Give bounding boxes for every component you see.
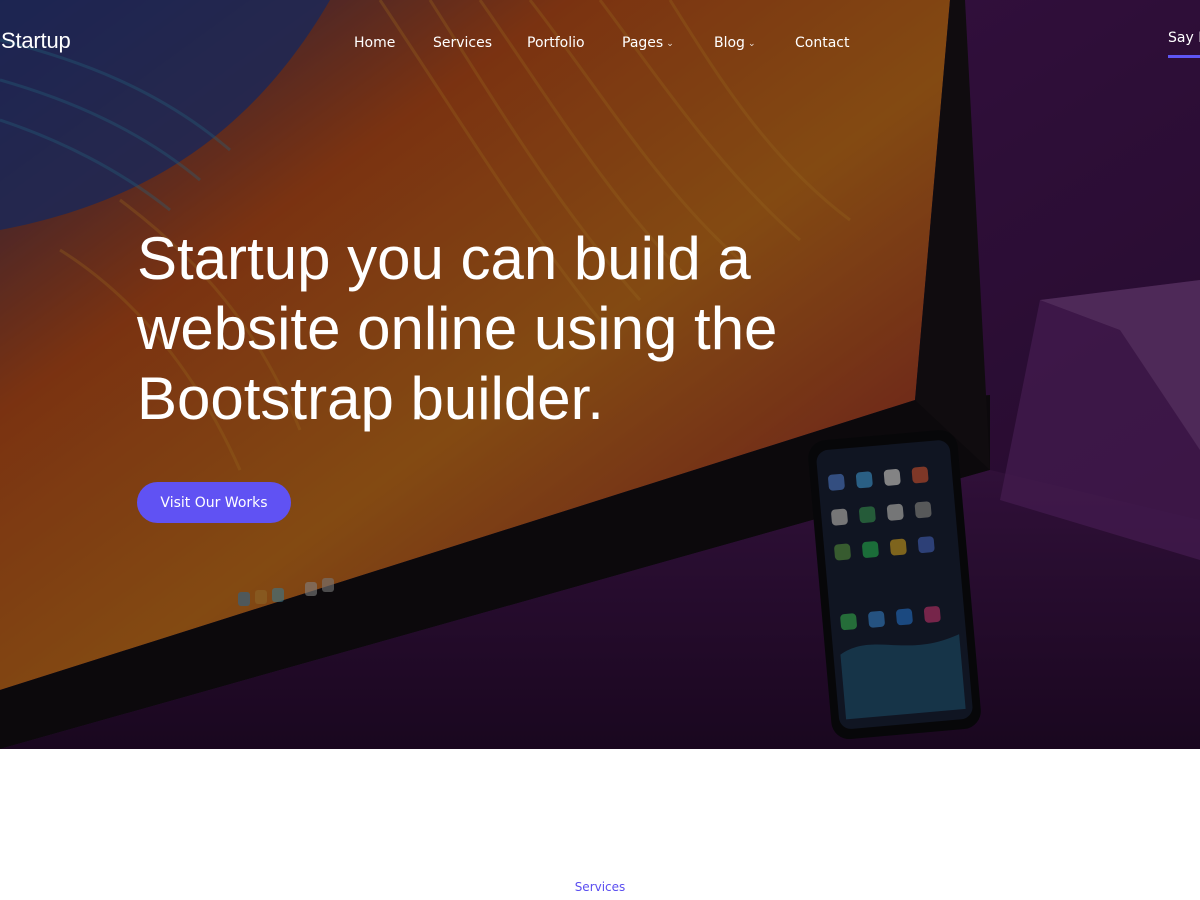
say-hi-button[interactable]: Say Hi bbox=[1168, 30, 1200, 46]
chevron-down-icon: ⌄ bbox=[666, 39, 674, 49]
nav-portfolio-label: Portfolio bbox=[527, 35, 585, 51]
services-section-eyebrow: Services bbox=[574, 880, 626, 894]
nav-blog-label: Blog bbox=[714, 35, 745, 51]
nav-pages-label: Pages bbox=[622, 35, 664, 51]
nav-blog[interactable]: Blog ⌄ bbox=[714, 35, 756, 53]
nav-contact[interactable]: Contact bbox=[795, 35, 849, 51]
nav-pages[interactable]: Pages ⌄ bbox=[622, 35, 674, 53]
say-hi-underline bbox=[1168, 55, 1200, 58]
hero-section: Startup Home Services Portfolio Pages ⌄ B… bbox=[0, 0, 1200, 749]
nav-home[interactable]: Home bbox=[354, 35, 395, 51]
chevron-down-icon: ⌄ bbox=[747, 39, 756, 49]
nav-contact-label: Contact bbox=[795, 35, 850, 51]
hero-headline: Startup you can build a website online u… bbox=[137, 225, 778, 432]
nav-home-label: Home bbox=[354, 35, 396, 51]
visit-our-works-button[interactable]: Visit Our Works bbox=[137, 482, 291, 523]
nav-services-label: Services bbox=[433, 35, 493, 51]
nav-services[interactable]: Services bbox=[433, 35, 492, 51]
brand-logo[interactable]: Startup bbox=[1, 28, 71, 54]
nav-portfolio[interactable]: Portfolio bbox=[527, 35, 585, 51]
